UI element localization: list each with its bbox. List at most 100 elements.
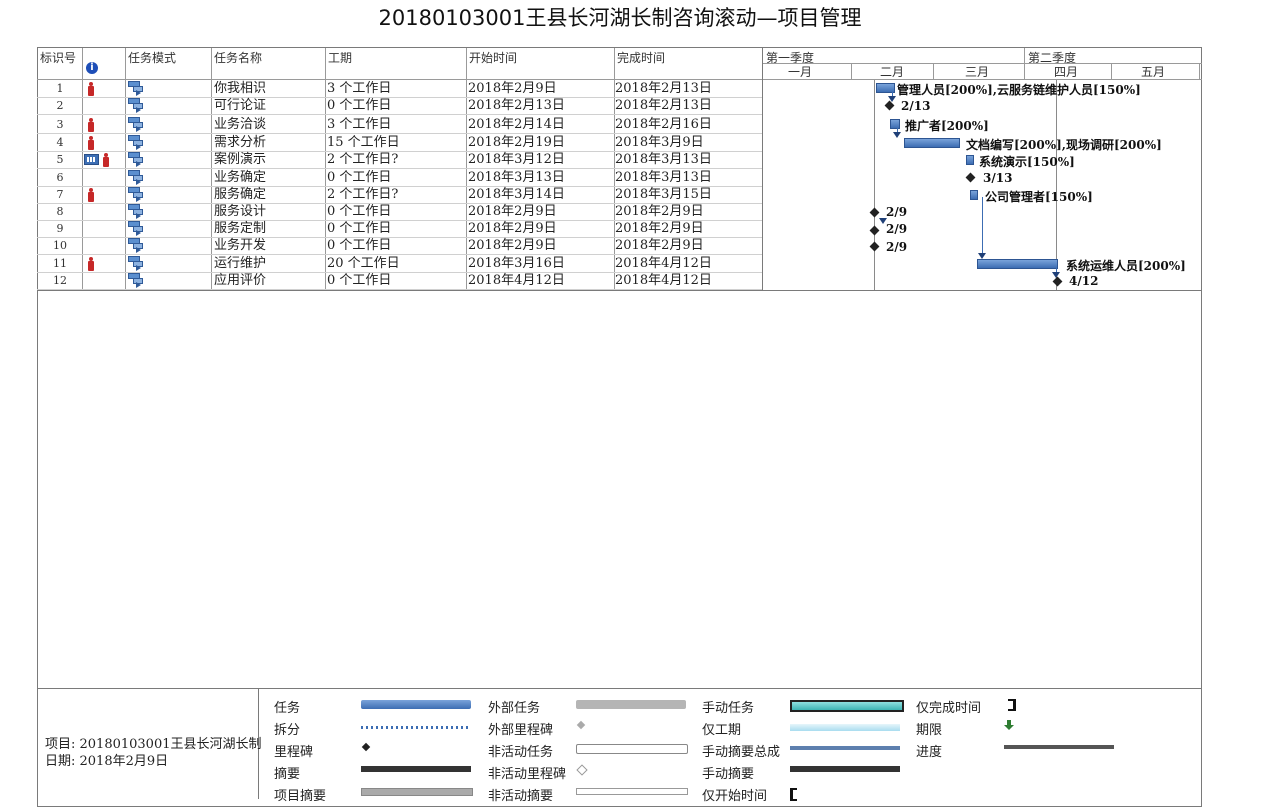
legend-task-swatch bbox=[361, 700, 471, 709]
task-finish[interactable]: 2018年2月16日 bbox=[615, 116, 712, 133]
column-header-duration[interactable]: 工期 bbox=[328, 49, 352, 66]
task-duration[interactable]: 15 个工作日 bbox=[327, 134, 400, 151]
task-name[interactable]: 服务设计 bbox=[214, 203, 266, 220]
column-header-mode[interactable]: 任务模式 bbox=[128, 49, 176, 66]
resource-person-icon[interactable] bbox=[88, 257, 94, 271]
task-name[interactable]: 运行维护 bbox=[214, 255, 266, 272]
column-header-finish[interactable]: 完成时间 bbox=[617, 49, 665, 66]
task-id[interactable]: 10 bbox=[38, 237, 82, 254]
task-duration[interactable]: 0 个工作日 bbox=[327, 203, 391, 220]
task-name[interactable]: 需求分析 bbox=[214, 134, 266, 151]
task-id[interactable]: 2 bbox=[38, 97, 82, 114]
task-start[interactable]: 2018年2月13日 bbox=[468, 97, 565, 114]
gantt-bar-task-7[interactable] bbox=[970, 190, 978, 200]
gantt-bar-task-3[interactable] bbox=[890, 119, 900, 129]
task-start[interactable]: 2018年2月9日 bbox=[468, 220, 557, 237]
task-name[interactable]: 业务开发 bbox=[214, 237, 266, 254]
auto-scheduled-task-icon[interactable] bbox=[128, 256, 144, 271]
gantt-bar-task-5[interactable] bbox=[966, 155, 974, 165]
task-start[interactable]: 2018年3月12日 bbox=[468, 151, 565, 168]
legend-label: 非活动里程碑 bbox=[488, 767, 567, 782]
auto-scheduled-task-icon[interactable] bbox=[128, 187, 144, 202]
task-finish[interactable]: 2018年3月13日 bbox=[615, 169, 712, 186]
task-finish[interactable]: 2018年4月12日 bbox=[615, 272, 712, 289]
task-duration[interactable]: 0 个工作日 bbox=[327, 169, 391, 186]
task-name[interactable]: 可行论证 bbox=[214, 97, 266, 114]
task-duration[interactable]: 0 个工作日 bbox=[327, 220, 391, 237]
task-duration[interactable]: 20 个工作日 bbox=[327, 255, 400, 272]
calendar-icon[interactable] bbox=[84, 154, 99, 165]
task-start[interactable]: 2018年2月14日 bbox=[468, 116, 565, 133]
task-duration[interactable]: 3 个工作日 bbox=[327, 116, 391, 133]
resource-person-icon[interactable] bbox=[88, 118, 94, 132]
resource-person-icon[interactable] bbox=[88, 188, 94, 202]
resource-person-icon[interactable] bbox=[88, 136, 94, 150]
task-id[interactable]: 3 bbox=[38, 116, 82, 133]
task-start[interactable]: 2018年2月9日 bbox=[468, 237, 557, 254]
resource-person-icon[interactable] bbox=[103, 153, 109, 167]
gantt-bar-task-11[interactable] bbox=[977, 259, 1058, 269]
task-finish[interactable]: 2018年3月15日 bbox=[615, 186, 712, 203]
task-duration[interactable]: 0 个工作日 bbox=[327, 237, 391, 254]
task-duration[interactable]: 2 个工作日? bbox=[327, 151, 398, 168]
task-start[interactable]: 2018年2月9日 bbox=[468, 80, 557, 97]
task-id[interactable]: 8 bbox=[38, 203, 82, 220]
gantt-label: 2/9 bbox=[886, 240, 908, 254]
info-icon[interactable]: i bbox=[86, 62, 98, 74]
task-duration[interactable]: 3 个工作日 bbox=[327, 80, 391, 97]
column-header-name[interactable]: 任务名称 bbox=[214, 49, 262, 66]
task-finish[interactable]: 2018年3月13日 bbox=[615, 151, 712, 168]
legend-label: 拆分 bbox=[274, 723, 301, 738]
gantt-label: 3/13 bbox=[983, 171, 1013, 185]
task-finish[interactable]: 2018年4月12日 bbox=[615, 255, 712, 272]
auto-scheduled-task-icon[interactable] bbox=[128, 221, 144, 236]
task-id[interactable]: 5 bbox=[38, 151, 82, 168]
task-start[interactable]: 2018年3月16日 bbox=[468, 255, 565, 272]
auto-scheduled-task-icon[interactable] bbox=[128, 152, 144, 167]
auto-scheduled-task-icon[interactable] bbox=[128, 98, 144, 113]
footer-date: 日期: 2018年2月9日 bbox=[45, 754, 169, 769]
task-finish[interactable]: 2018年2月13日 bbox=[615, 80, 712, 97]
auto-scheduled-task-icon[interactable] bbox=[128, 204, 144, 219]
task-finish[interactable]: 2018年2月9日 bbox=[615, 220, 704, 237]
column-header-id[interactable]: 标识号 bbox=[40, 49, 76, 66]
task-finish[interactable]: 2018年2月9日 bbox=[615, 237, 704, 254]
task-id[interactable]: 9 bbox=[38, 220, 82, 237]
column-header-start[interactable]: 开始时间 bbox=[469, 49, 517, 66]
task-name[interactable]: 应用评价 bbox=[214, 272, 266, 289]
legend-project-summary-swatch bbox=[361, 788, 473, 796]
task-id[interactable]: 6 bbox=[38, 169, 82, 186]
task-id[interactable]: 4 bbox=[38, 134, 82, 151]
auto-scheduled-task-icon[interactable] bbox=[128, 135, 144, 150]
task-name[interactable]: 案例演示 bbox=[214, 151, 266, 168]
auto-scheduled-task-icon[interactable] bbox=[128, 273, 144, 288]
task-finish[interactable]: 2018年3月9日 bbox=[615, 134, 704, 151]
task-id[interactable]: 12 bbox=[38, 272, 82, 289]
task-name[interactable]: 业务洽谈 bbox=[214, 116, 266, 133]
gantt-bar-task-4[interactable] bbox=[904, 138, 960, 148]
task-name[interactable]: 服务确定 bbox=[214, 186, 266, 203]
task-start[interactable]: 2018年3月13日 bbox=[468, 169, 565, 186]
task-name[interactable]: 服务定制 bbox=[214, 220, 266, 237]
legend-inactive-summary-swatch bbox=[576, 788, 688, 795]
resource-person-icon[interactable] bbox=[88, 82, 94, 96]
task-start[interactable]: 2018年4月12日 bbox=[468, 272, 565, 289]
task-id[interactable]: 1 bbox=[38, 80, 82, 97]
task-finish[interactable]: 2018年2月13日 bbox=[615, 97, 712, 114]
task-duration[interactable]: 0 个工作日 bbox=[327, 272, 391, 289]
task-start[interactable]: 2018年2月19日 bbox=[468, 134, 565, 151]
task-start[interactable]: 2018年3月14日 bbox=[468, 186, 565, 203]
task-name[interactable]: 业务确定 bbox=[214, 169, 266, 186]
task-finish[interactable]: 2018年2月9日 bbox=[615, 203, 704, 220]
auto-scheduled-task-icon[interactable] bbox=[128, 238, 144, 253]
task-duration[interactable]: 2 个工作日? bbox=[327, 186, 398, 203]
task-duration[interactable]: 0 个工作日 bbox=[327, 97, 391, 114]
auto-scheduled-task-icon[interactable] bbox=[128, 170, 144, 185]
task-start[interactable]: 2018年2月9日 bbox=[468, 203, 557, 220]
task-name[interactable]: 你我相识 bbox=[214, 80, 266, 97]
task-id[interactable]: 11 bbox=[38, 255, 82, 272]
auto-scheduled-task-icon[interactable] bbox=[128, 117, 144, 132]
auto-scheduled-task-icon[interactable] bbox=[128, 81, 144, 96]
row-divider bbox=[37, 114, 762, 115]
task-id[interactable]: 7 bbox=[38, 186, 82, 203]
